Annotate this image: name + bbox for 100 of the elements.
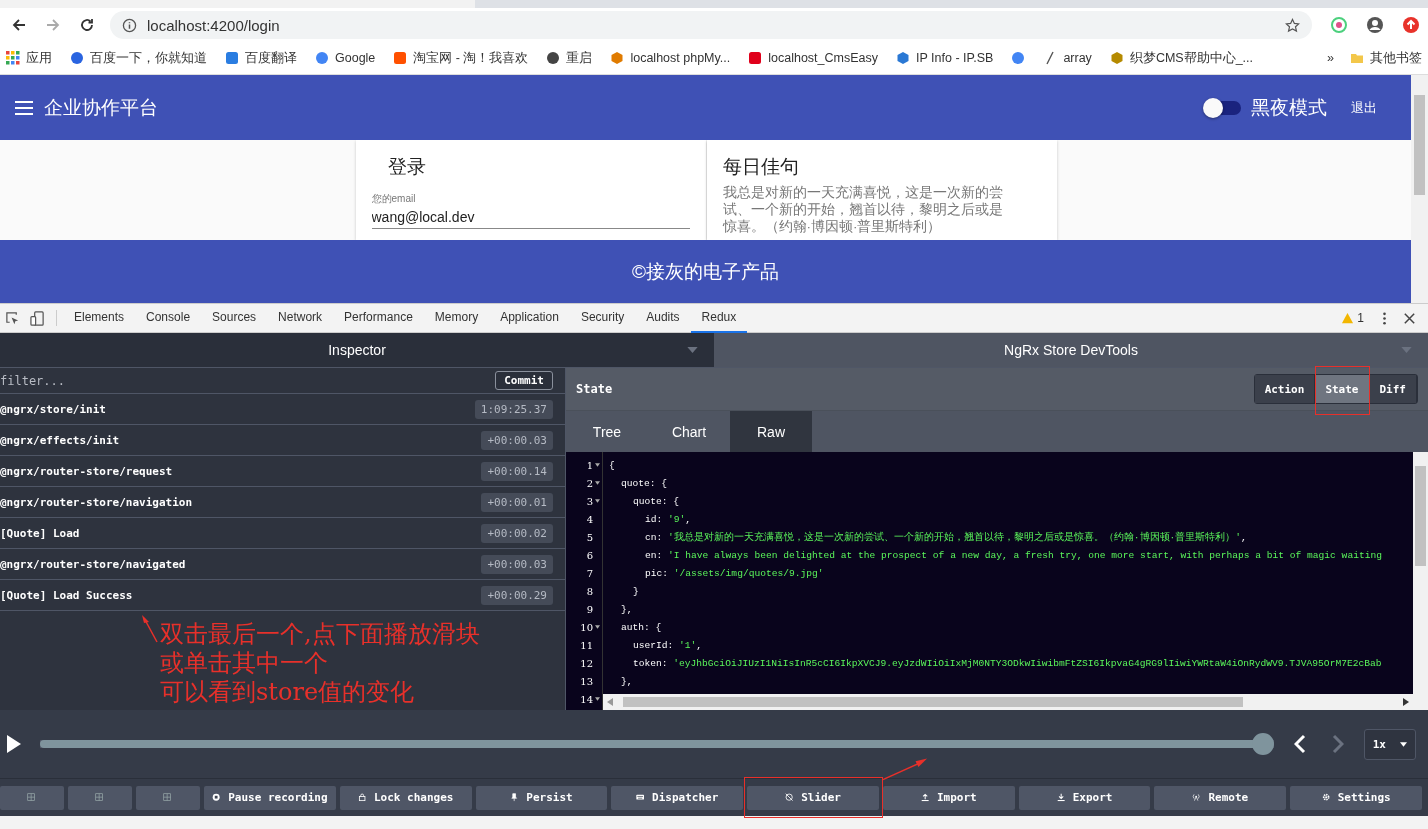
extension-icon[interactable] <box>1330 16 1348 34</box>
toolbar-button[interactable]: Persist <box>475 785 608 810</box>
devtools-tab[interactable]: Sources <box>201 303 268 333</box>
bookmark[interactable]: array <box>1043 51 1092 65</box>
inspect-icon[interactable] <box>5 310 20 326</box>
line-number: 9 <box>586 603 593 615</box>
toolbar-button[interactable]: Remote <box>1154 785 1287 810</box>
line-number: 10 <box>580 621 593 633</box>
close-icon[interactable] <box>1402 310 1417 326</box>
fold-icon[interactable] <box>595 499 600 503</box>
toolbar-button[interactable]: Dispatcher <box>611 785 744 810</box>
info-icon <box>122 17 137 33</box>
more-bookmarks[interactable]: » <box>1327 51 1334 65</box>
scrollbar[interactable] <box>1413 452 1428 710</box>
devtools-tab[interactable]: Memory <box>423 303 490 333</box>
dark-mode-toggle[interactable] <box>1205 100 1241 115</box>
layout-icon <box>163 792 173 803</box>
keyboard-icon <box>636 792 647 803</box>
action-item[interactable]: @ngrx/router-store/request +00:00.14 <box>0 456 565 487</box>
line-number: 4 <box>586 513 593 525</box>
toolbar-button[interactable]: Import <box>882 785 1015 810</box>
bookmark[interactable] <box>1011 51 1026 65</box>
bookmark[interactable]: 百度翻译 <box>225 49 297 67</box>
bookmark[interactable]: 应用 <box>6 49 52 67</box>
fold-icon[interactable] <box>595 481 600 485</box>
update-icon[interactable] <box>1402 16 1420 34</box>
toolbar-button[interactable]: Slider <box>747 785 879 810</box>
devtools-tab[interactable]: Elements <box>63 303 136 333</box>
reload-icon[interactable] <box>79 17 95 33</box>
layout-button[interactable] <box>0 785 64 810</box>
speed-select[interactable]: 1x <box>1363 728 1416 760</box>
action-item[interactable]: @ngrx/router-store/navigated +00:00.03 <box>0 549 565 580</box>
bookmark[interactable]: Google <box>315 51 376 65</box>
devtools-tab[interactable]: Application <box>489 303 570 333</box>
action-item[interactable]: @ngrx/router-store/navigation +00:00.01 <box>0 487 565 518</box>
play-icon[interactable] <box>6 734 22 754</box>
bookmark[interactable]: 百度一下，你就知道 <box>70 49 207 67</box>
filter-field[interactable]: filter... <box>0 373 496 388</box>
menu-icon[interactable] <box>14 99 34 116</box>
email-field[interactable]: wang@local.dev <box>371 206 690 229</box>
previous-icon[interactable] <box>1293 734 1306 754</box>
layout-icon <box>95 792 105 803</box>
devtools-tab[interactable]: Console <box>135 303 202 333</box>
dropdown-icon[interactable] <box>687 347 698 353</box>
code-line: quote: { <box>633 495 680 507</box>
fold-icon[interactable] <box>595 697 600 701</box>
line-number: 12 <box>580 657 593 669</box>
bookmark[interactable]: 织梦CMS帮助中心_... <box>1109 49 1254 67</box>
bookmark[interactable]: localhost phpMy... <box>610 51 731 65</box>
account-icon[interactable] <box>1366 16 1384 34</box>
warning-count[interactable]: 1 <box>1341 311 1364 325</box>
device-icon[interactable] <box>30 310 45 326</box>
site-icon <box>1109 51 1124 65</box>
view-tab[interactable]: Raw <box>730 411 812 452</box>
action-time: +00:00.02 <box>481 523 553 543</box>
mode-button[interactable]: Action <box>1254 375 1316 403</box>
monitor-title[interactable]: NgRx Store DevTools <box>1004 342 1138 358</box>
scrollbar[interactable] <box>603 694 1413 710</box>
slider-handle[interactable] <box>1251 733 1274 755</box>
devtools-tab[interactable]: Security <box>569 303 636 333</box>
scrollbar[interactable] <box>1411 75 1428 303</box>
devtools-tab[interactable]: Audits <box>635 303 691 333</box>
app-title: 企业协作平台 <box>44 95 158 120</box>
footer-text: ©接灰的电子产品 <box>632 259 779 284</box>
line-number: 8 <box>586 585 593 597</box>
scroll-right-icon[interactable] <box>1403 698 1409 706</box>
toolbar-button[interactable]: Lock changes <box>339 785 472 810</box>
code-line: userId: '1', <box>633 639 703 651</box>
action-item[interactable]: @ngrx/effects/init +00:00.03 <box>0 425 565 456</box>
mode-button[interactable]: State <box>1315 375 1370 403</box>
fold-icon[interactable] <box>595 625 600 629</box>
devtools-tab[interactable]: Network <box>267 303 334 333</box>
address-field[interactable]: localhost:4200/login <box>110 11 1312 39</box>
toolbar-button[interactable]: Settings <box>1290 785 1423 810</box>
lock-icon <box>357 792 368 803</box>
back-icon[interactable] <box>11 17 27 33</box>
bookmark[interactable]: localhost_CmsEasy <box>748 51 878 65</box>
code-line: { <box>609 459 615 471</box>
logout-button[interactable]: 退出 <box>1345 94 1383 121</box>
record-icon <box>212 792 223 803</box>
bookmark[interactable]: 重启 <box>546 49 593 67</box>
commit-button[interactable]: Commit <box>495 371 553 390</box>
action-item[interactable]: [Quote] Load +00:00.02 <box>0 518 565 549</box>
bookmark[interactable]: IP Info - IP.SB <box>896 51 994 65</box>
view-tab[interactable]: Tree <box>566 411 648 452</box>
action-item[interactable]: @ngrx/store/init 1:09:25.37 <box>0 394 565 425</box>
layout-button[interactable] <box>68 785 132 810</box>
devtools-tab[interactable]: Performance <box>333 303 424 333</box>
bookmark[interactable]: 淘宝网 - 淘！我喜欢 <box>393 49 529 67</box>
inspector-title[interactable]: Inspector <box>328 342 386 358</box>
code-line: cn: '我总是对新的一天充满喜悦，这是一次新的尝试、一个新的开始，翘首以待，黎明之后或是惊喜。（约翰·博因顿·普里斯特利）', <box>645 530 1247 544</box>
bookmark-folder[interactable]: 其他书签 <box>1350 49 1422 67</box>
toolbar-button[interactable]: Export <box>1018 785 1151 810</box>
star-icon[interactable] <box>1285 17 1300 33</box>
fold-icon[interactable] <box>595 463 600 467</box>
layout-button[interactable] <box>136 785 200 810</box>
toolbar-button[interactable]: Pause recording <box>204 785 336 810</box>
mode-button[interactable]: Diff <box>1369 375 1417 403</box>
action-item[interactable]: [Quote] Load Success +00:00.29 <box>0 580 565 611</box>
view-tab[interactable]: Chart <box>648 411 730 452</box>
